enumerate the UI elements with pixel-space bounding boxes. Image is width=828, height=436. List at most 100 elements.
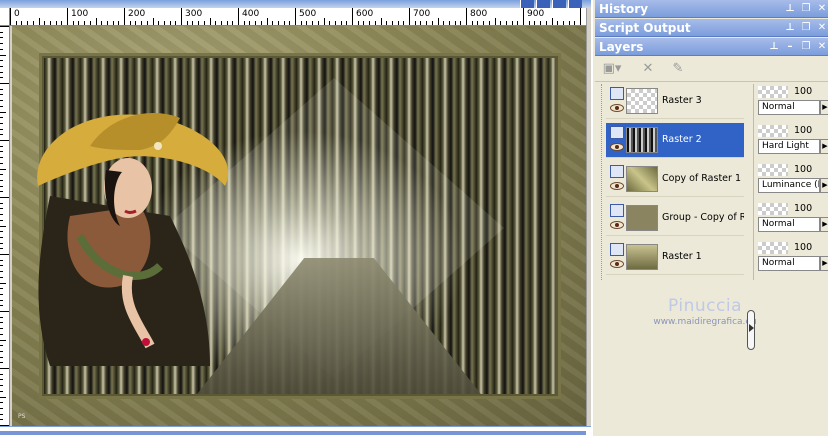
layer-visibility-icon[interactable] — [610, 87, 624, 100]
ruler-tick — [0, 111, 6, 113]
opacity-slider[interactable] — [758, 86, 788, 98]
ruler-tick — [226, 21, 228, 25]
eye-icon[interactable] — [610, 260, 624, 268]
dropdown-arrow-icon[interactable]: ▶ — [820, 256, 828, 271]
edit-selection-icon[interactable]: ✎ — [669, 60, 687, 78]
dropdown-arrow-icon[interactable]: ▶ — [820, 139, 828, 154]
eye-icon[interactable] — [610, 104, 624, 112]
maximize-button[interactable] — [536, 0, 550, 8]
close-button[interactable] — [568, 0, 582, 8]
ruler-tick — [186, 21, 188, 25]
restore-icon[interactable]: ❐ — [800, 0, 812, 18]
script-output-palette-title[interactable]: Script Output ⊥ ❐ ✕ — [595, 19, 828, 37]
opacity-value: 100 — [794, 86, 813, 97]
ruler-tick — [369, 21, 371, 25]
opacity-slider[interactable] — [758, 164, 788, 176]
artist-signature: PS — [18, 413, 26, 420]
restore-button[interactable] — [552, 0, 566, 8]
ruler-tick — [255, 21, 257, 25]
dropdown-arrow-icon[interactable]: ▶ — [820, 217, 828, 232]
ruler-tick — [295, 8, 296, 25]
ruler-tick — [266, 18, 268, 25]
layer-visibility-icon[interactable] — [610, 165, 624, 178]
layer-properties: 100 Normal ▶ 100 Hard Light ▶ 100 Lumina… — [753, 84, 828, 280]
ruler-tick — [409, 8, 410, 25]
pin-icon[interactable]: ⊥ — [768, 38, 780, 56]
eye-icon[interactable] — [610, 221, 624, 229]
dropdown-arrow-icon[interactable]: ▶ — [820, 100, 828, 115]
ruler-tick — [0, 385, 3, 387]
ruler-tick — [260, 21, 262, 25]
ruler-tick — [272, 21, 274, 25]
ruler-tick — [0, 328, 3, 330]
pin-icon[interactable]: ⊥ — [784, 19, 796, 37]
layer-row[interactable]: Group - Copy of R — [606, 201, 744, 236]
layer-row[interactable]: Raster 1 — [606, 240, 744, 275]
opacity-slider[interactable] — [758, 203, 788, 215]
ruler-tick — [483, 21, 485, 25]
layer-name: Group - Copy of R — [662, 212, 744, 223]
expand-arrow-icon[interactable] — [749, 324, 754, 332]
ruler-tick — [551, 18, 553, 25]
ruler-tick — [0, 242, 3, 244]
ruler-tick — [420, 21, 422, 25]
ruler-tick — [448, 21, 450, 25]
layer-row-selected[interactable]: Raster 2 — [606, 123, 744, 158]
eye-icon[interactable] — [610, 182, 624, 190]
ruler-tick — [0, 333, 3, 335]
close-icon[interactable]: ✕ — [816, 0, 828, 18]
ruler-tick — [397, 21, 399, 25]
ruler-tick — [95, 18, 97, 25]
restore-icon[interactable]: ❐ — [800, 19, 812, 37]
opacity-slider[interactable] — [758, 125, 788, 137]
layer-row[interactable]: Raster 3 — [606, 84, 744, 119]
artwork-canvas[interactable]: PS — [12, 26, 586, 426]
blend-mode-select[interactable]: Normal — [758, 256, 820, 271]
opacity-slider[interactable] — [758, 242, 788, 254]
ruler-tick — [0, 390, 3, 392]
dropdown-arrow-icon[interactable]: ▶ — [820, 178, 828, 193]
minimize-icon[interactable]: – — [784, 38, 796, 56]
ruler-tick — [0, 77, 3, 79]
ruler-tick — [466, 8, 467, 25]
layers-palette-title[interactable]: Layers ⊥ – ❐ ✕ — [595, 38, 828, 56]
delete-layer-icon[interactable]: ✕ — [639, 60, 657, 78]
blend-mode-select[interactable]: Normal — [758, 100, 820, 115]
ruler-label: 400 — [242, 9, 260, 19]
pin-icon[interactable]: ⊥ — [784, 0, 796, 18]
ruler-tick — [0, 248, 3, 250]
eye-icon[interactable] — [610, 143, 624, 151]
layer-visibility-icon[interactable] — [610, 204, 624, 217]
horizontal-scrollbar[interactable] — [0, 426, 591, 436]
ruler-tick — [277, 21, 279, 25]
ruler-tick — [0, 362, 3, 364]
ruler-corner — [0, 8, 10, 26]
history-palette-title[interactable]: History ⊥ ❐ ✕ — [595, 0, 828, 18]
blend-mode-select[interactable]: Normal — [758, 217, 820, 232]
layer-visibility-icon[interactable] — [610, 243, 624, 256]
ruler-tick — [0, 322, 3, 324]
ruler-tick — [431, 21, 433, 25]
ruler-tick — [386, 21, 388, 25]
restore-icon[interactable]: ❐ — [800, 38, 812, 56]
ruler-tick — [317, 21, 319, 25]
ruler-tick — [27, 21, 29, 25]
minimize-button[interactable] — [520, 0, 534, 8]
layer-visibility-icon[interactable] — [610, 126, 624, 139]
ruler-tick — [580, 8, 581, 25]
ruler-tick — [169, 21, 171, 25]
ruler-tick — [494, 18, 496, 25]
ruler-tick — [0, 83, 9, 84]
layer-row[interactable]: Copy of Raster 1 — [606, 162, 744, 197]
ruler-tick — [0, 202, 3, 204]
blend-mode-select[interactable]: Hard Light — [758, 139, 820, 154]
ruler-tick — [0, 88, 3, 90]
close-icon[interactable]: ✕ — [816, 19, 828, 37]
ruler-tick — [460, 21, 462, 25]
close-icon[interactable]: ✕ — [816, 38, 828, 56]
blend-mode-select[interactable]: Luminance (L) — [758, 178, 820, 193]
layer-thumbnail — [626, 127, 658, 153]
new-layer-icon[interactable]: ▣▾ — [601, 60, 623, 78]
ruler-tick — [10, 8, 11, 25]
ruler-tick — [0, 413, 3, 415]
